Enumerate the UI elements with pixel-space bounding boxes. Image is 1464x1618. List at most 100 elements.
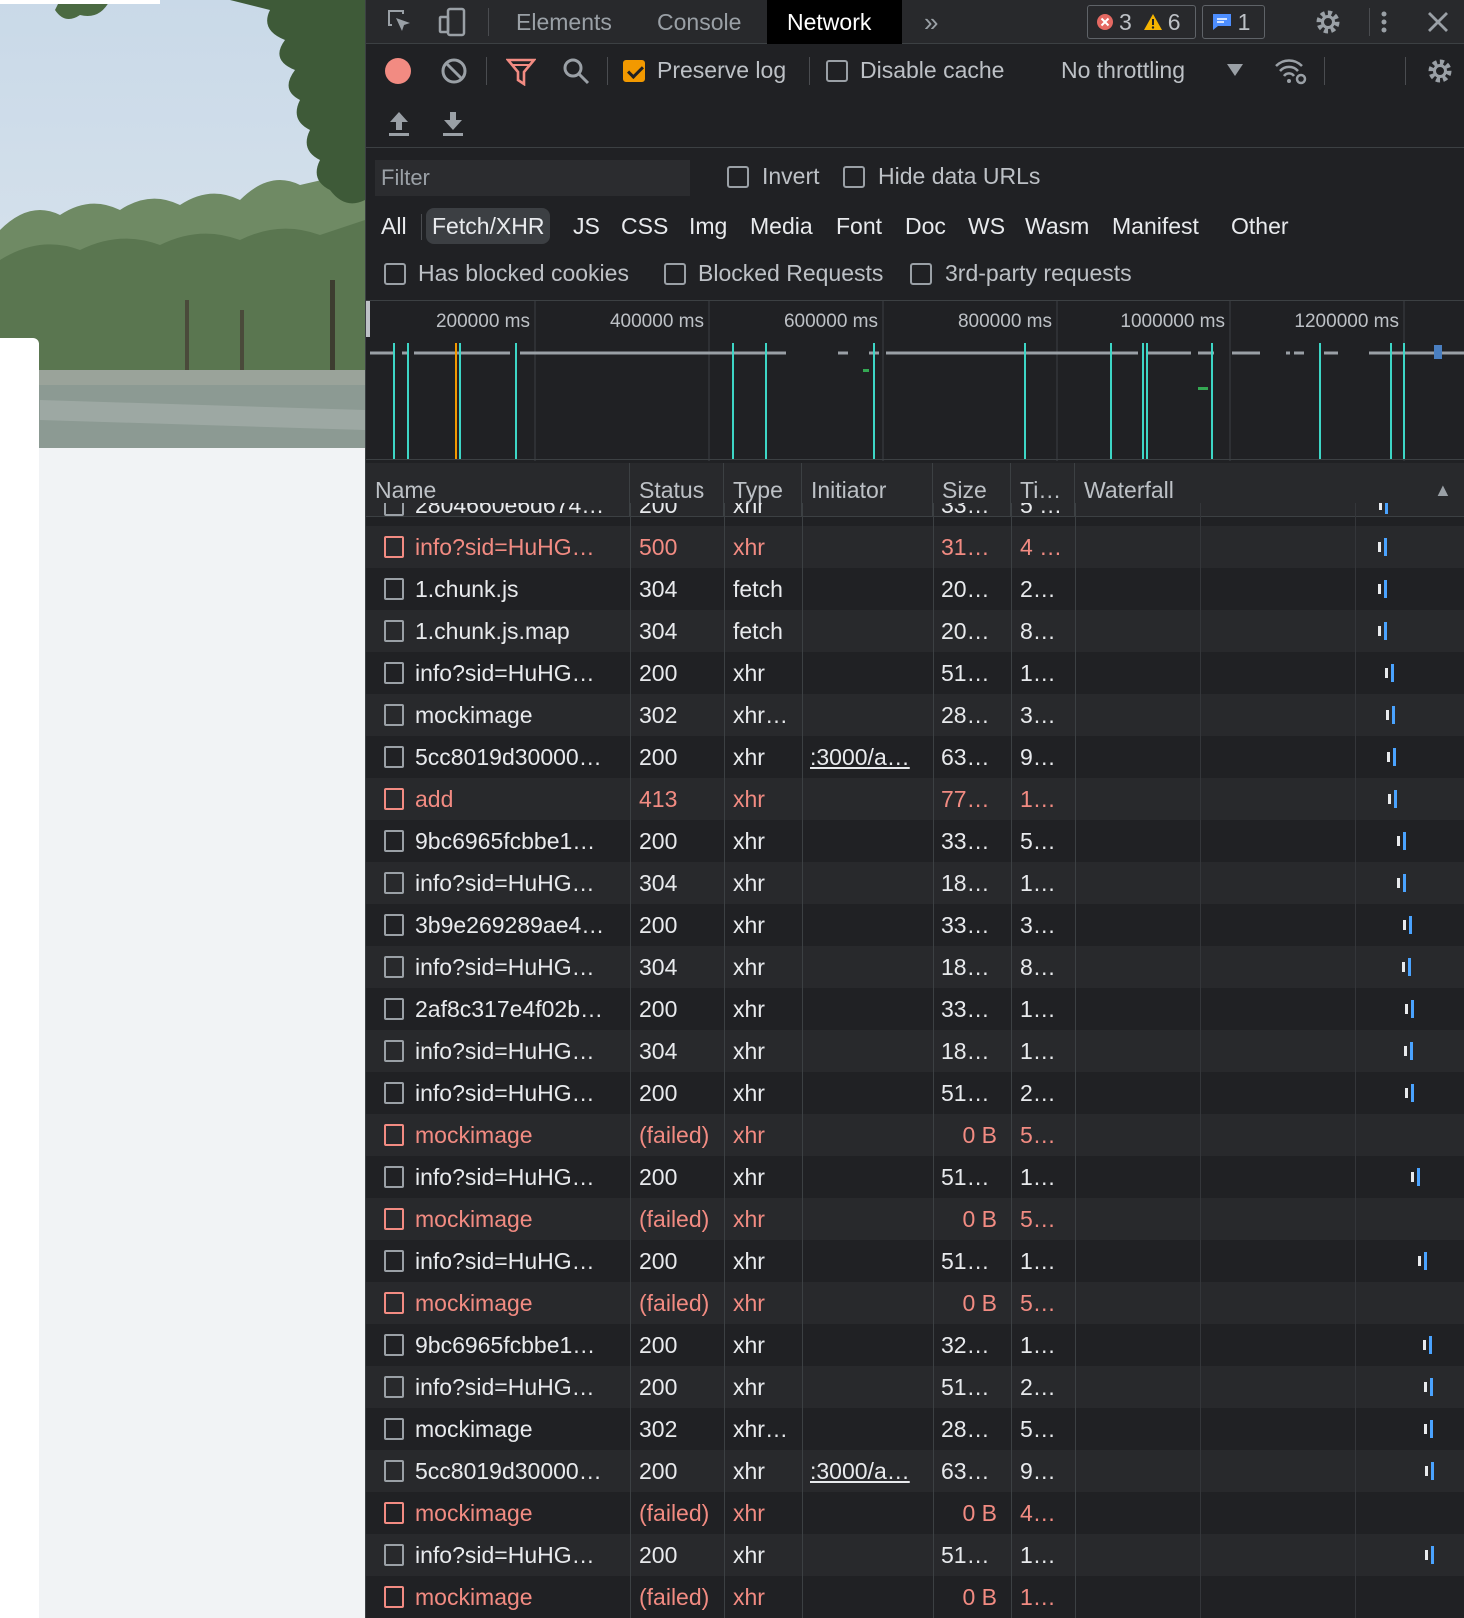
request-time: 5… bbox=[1020, 1206, 1056, 1232]
table-row[interactable]: info?sid=HuHG… 500 xhr 31… 4 … bbox=[366, 526, 1464, 568]
request-status: 200 bbox=[639, 912, 678, 938]
settings-gear-icon[interactable] bbox=[1312, 6, 1344, 38]
waterfall-wait-bar bbox=[1405, 1088, 1408, 1098]
table-row[interactable]: add 413 xhr 77… 1… bbox=[366, 778, 1464, 820]
table-row[interactable]: 2804660e6d674… 200 xhr 33… 5 … bbox=[366, 503, 1464, 526]
table-row[interactable]: 5cc8019d30000… 200 xhr:3000/a… 63… 9… bbox=[366, 1450, 1464, 1492]
type-filter-font[interactable]: Font bbox=[830, 208, 888, 244]
inspect-element-icon[interactable] bbox=[384, 6, 416, 38]
type-filter-other[interactable]: Other bbox=[1225, 208, 1295, 244]
overview-drag-handle[interactable] bbox=[366, 301, 370, 337]
table-row[interactable]: mockimage 302 xhr… 28… 3… bbox=[366, 694, 1464, 736]
chevron-down-icon[interactable] bbox=[1226, 63, 1244, 77]
waterfall-bar bbox=[1403, 874, 1406, 892]
type-filter-js[interactable]: JS bbox=[567, 208, 606, 244]
tab-elements[interactable]: Elements bbox=[496, 0, 632, 44]
type-filter-all[interactable]: All bbox=[375, 208, 413, 244]
table-row[interactable]: 9bc6965fcbbe1… 200 xhr 33… 5… bbox=[366, 820, 1464, 862]
request-initiator[interactable]: :3000/a… bbox=[810, 1450, 930, 1492]
request-name: mockimage bbox=[415, 1206, 533, 1232]
request-status: (failed) bbox=[639, 1290, 710, 1316]
request-initiator[interactable]: :3000/a… bbox=[810, 736, 930, 778]
hide-data-urls-label[interactable]: Hide data URLs bbox=[878, 163, 1040, 190]
network-settings-gear-icon[interactable] bbox=[1424, 55, 1456, 87]
preserve-log-label[interactable]: Preserve log bbox=[657, 57, 786, 84]
table-row[interactable]: 9bc6965fcbbe1… 200 xhr 32… 1… bbox=[366, 1324, 1464, 1366]
blocked-requests-label[interactable]: Blocked Requests bbox=[698, 260, 883, 287]
request-time: 5… bbox=[1020, 1290, 1056, 1316]
record-icon[interactable] bbox=[384, 57, 412, 85]
type-filter-media[interactable]: Media bbox=[744, 208, 819, 244]
table-row[interactable]: mockimage 302 xhr… 28… 5… bbox=[366, 1408, 1464, 1450]
type-filter-img[interactable]: Img bbox=[683, 208, 733, 244]
page-card bbox=[0, 338, 39, 1618]
preserve-log-checkbox[interactable] bbox=[623, 60, 645, 82]
issue-counters[interactable]: 3 6 1 bbox=[1087, 5, 1271, 39]
table-row[interactable]: info?sid=HuHG… 304 xhr 18… 1… bbox=[366, 1030, 1464, 1072]
type-filter-doc[interactable]: Doc bbox=[899, 208, 952, 244]
table-row[interactable]: mockimage (failed) xhr 0 B 1… bbox=[366, 1576, 1464, 1618]
third-party-checkbox[interactable] bbox=[910, 263, 932, 285]
table-row[interactable]: mockimage (failed) xhr 0 B 5… bbox=[366, 1198, 1464, 1240]
waterfall-bar bbox=[1403, 832, 1406, 850]
request-initiator bbox=[810, 1492, 930, 1534]
request-size: 28… bbox=[941, 1416, 990, 1442]
invert-checkbox[interactable] bbox=[727, 166, 749, 188]
table-row[interactable]: 2af8c317e4f02b… 200 xhr 33… 1… bbox=[366, 988, 1464, 1030]
has-blocked-cookies-checkbox[interactable] bbox=[384, 263, 406, 285]
table-row[interactable]: mockimage (failed) xhr 0 B 5… bbox=[366, 1282, 1464, 1324]
request-time: 4… bbox=[1020, 1500, 1056, 1526]
overview-tick-label: 200000 ms bbox=[436, 311, 530, 332]
type-filter-fetch-xhr[interactable]: Fetch/XHR bbox=[426, 208, 551, 244]
table-row[interactable]: mockimage (failed) xhr 0 B 4… bbox=[366, 1492, 1464, 1534]
tab-network[interactable]: Network bbox=[767, 0, 902, 44]
type-filter-manifest[interactable]: Manifest bbox=[1106, 208, 1205, 244]
row-resource-icon bbox=[384, 1124, 404, 1146]
more-tabs-button[interactable]: » bbox=[904, 0, 958, 44]
filter-funnel-icon[interactable] bbox=[506, 58, 536, 86]
table-row[interactable]: info?sid=HuHG… 200 xhr 51… 2… bbox=[366, 1072, 1464, 1114]
table-row[interactable]: 5cc8019d30000… 200 xhr:3000/a… 63… 9… bbox=[366, 736, 1464, 778]
blocked-requests-checkbox[interactable] bbox=[664, 263, 686, 285]
table-row[interactable]: info?sid=HuHG… 200 xhr 51… 1… bbox=[366, 1156, 1464, 1198]
timeline-overview[interactable]: 200000 ms 400000 ms 600000 ms 800000 ms 1000… bbox=[366, 300, 1464, 461]
request-size: 28… bbox=[941, 702, 990, 728]
search-icon[interactable] bbox=[562, 57, 590, 85]
table-row[interactable]: info?sid=HuHG… 304 xhr 18… 1… bbox=[366, 862, 1464, 904]
table-row[interactable]: 3b9e269289ae4… 200 xhr 33… 3… bbox=[366, 904, 1464, 946]
table-row[interactable]: 1.chunk.js 304 fetch 20… 2… bbox=[366, 568, 1464, 610]
import-har-icon[interactable] bbox=[386, 110, 412, 138]
table-row[interactable]: info?sid=HuHG… 200 xhr 51… 1… bbox=[366, 1534, 1464, 1576]
export-har-icon[interactable] bbox=[440, 110, 466, 138]
network-conditions-icon[interactable] bbox=[1274, 56, 1308, 86]
clear-icon[interactable] bbox=[440, 57, 468, 85]
hide-data-urls-checkbox[interactable] bbox=[843, 166, 865, 188]
table-row[interactable]: info?sid=HuHG… 304 xhr 18… 8… bbox=[366, 946, 1464, 988]
close-devtools-icon[interactable] bbox=[1423, 6, 1453, 38]
table-row[interactable]: info?sid=HuHG… 200 xhr 51… 2… bbox=[366, 1366, 1464, 1408]
type-filter-ws[interactable]: WS bbox=[962, 208, 1011, 244]
third-party-label[interactable]: 3rd-party requests bbox=[945, 260, 1132, 287]
error-warning-badge[interactable]: 3 6 bbox=[1087, 5, 1196, 39]
page-top-strip bbox=[0, 0, 160, 4]
throttling-select[interactable]: No throttling bbox=[1061, 57, 1185, 84]
disable-cache-label[interactable]: Disable cache bbox=[860, 57, 1004, 84]
table-row[interactable]: 1.chunk.js.map 304 fetch 20… 8… bbox=[366, 610, 1464, 652]
tab-console[interactable]: Console bbox=[637, 0, 761, 44]
more-options-icon[interactable] bbox=[1374, 6, 1394, 38]
invert-label[interactable]: Invert bbox=[762, 163, 820, 190]
device-toolbar-icon[interactable] bbox=[436, 6, 468, 38]
timeline-overview-chart[interactable]: 200000 ms 400000 ms 600000 ms 800000 ms 1000… bbox=[366, 301, 1464, 461]
filter-input[interactable] bbox=[375, 160, 690, 196]
type-filter-css[interactable]: CSS bbox=[615, 208, 674, 244]
has-blocked-cookies-label[interactable]: Has blocked cookies bbox=[418, 260, 629, 287]
waterfall-bar bbox=[1393, 748, 1396, 766]
disable-cache-checkbox[interactable] bbox=[826, 60, 848, 82]
type-filter-wasm[interactable]: Wasm bbox=[1019, 208, 1095, 244]
table-row[interactable]: info?sid=HuHG… 200 xhr 51… 1… bbox=[366, 1240, 1464, 1282]
table-row[interactable]: info?sid=HuHG… 200 xhr 51… 1… bbox=[366, 652, 1464, 694]
table-row[interactable]: mockimage (failed) xhr 0 B 5… bbox=[366, 1114, 1464, 1156]
overview-tick-label: 800000 ms bbox=[958, 311, 1052, 332]
messages-badge[interactable]: 1 bbox=[1201, 5, 1266, 39]
request-status: 413 bbox=[639, 786, 678, 812]
